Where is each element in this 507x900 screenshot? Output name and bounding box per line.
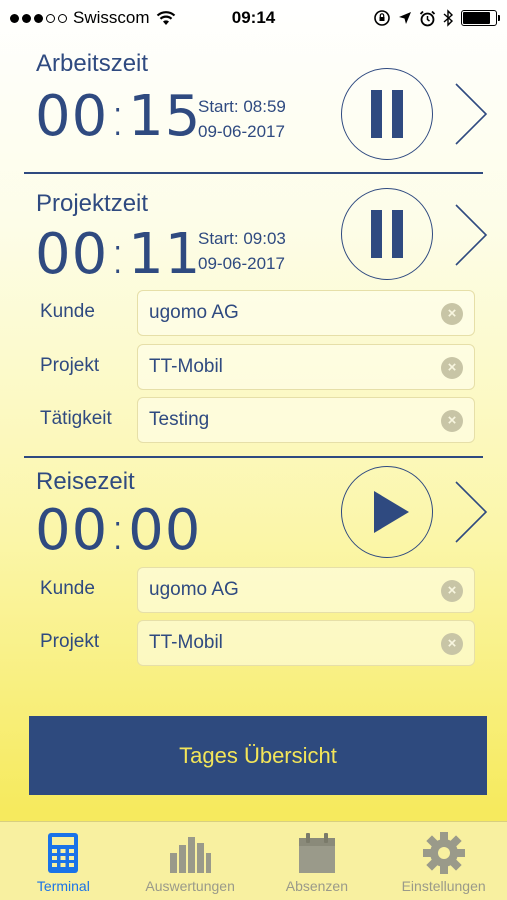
- projektzeit-title: Projektzeit: [36, 190, 149, 217]
- field-value: TT-Mobil: [149, 632, 223, 653]
- clear-icon[interactable]: ×: [441, 580, 463, 602]
- pause-icon: [371, 210, 403, 258]
- field-label: Kunde: [40, 578, 95, 599]
- projektzeit-projekt-field[interactable]: TT-Mobil ×: [137, 344, 475, 390]
- calendar-icon: [298, 833, 335, 873]
- tab-label: Einstellungen: [401, 878, 486, 894]
- tab-label: Absenzen: [285, 878, 349, 894]
- section-divider: [24, 456, 483, 458]
- clear-icon[interactable]: ×: [441, 410, 463, 432]
- tab-einstellungen[interactable]: Einstellungen: [380, 822, 507, 900]
- arbeitszeit-start-date: 09-06-2017: [198, 122, 285, 141]
- field-value: ugomo AG: [149, 579, 239, 600]
- projektzeit-start-time: Start: 09:03: [198, 229, 286, 248]
- arbeitszeit-timer: 00:15: [35, 84, 202, 149]
- clear-icon[interactable]: ×: [441, 303, 463, 325]
- projektzeit-start-info: Start: 09:03 09-06-2017: [198, 226, 286, 276]
- tab-bar: Terminal Auswertungen Absenzen Einstellu…: [0, 821, 507, 900]
- projektzeit-pause-button[interactable]: [341, 188, 433, 280]
- projektzeit-timer: 00:11: [35, 222, 202, 287]
- reisezeit-play-button[interactable]: [341, 466, 433, 558]
- reisezeit-projekt-field[interactable]: TT-Mobil ×: [137, 620, 475, 666]
- tab-label: Terminal: [36, 878, 90, 894]
- field-label: Projekt: [40, 355, 100, 376]
- clear-icon[interactable]: ×: [441, 357, 463, 379]
- projektzeit-start-date: 09-06-2017: [198, 254, 285, 273]
- arbeitszeit-chevron-right-icon[interactable]: [453, 82, 489, 146]
- arbeitszeit-title: Arbeitszeit: [36, 50, 149, 77]
- tages-uebersicht-button[interactable]: Tages Übersicht: [29, 716, 487, 795]
- tab-terminal[interactable]: Terminal: [0, 822, 127, 900]
- field-value: ugomo AG: [149, 302, 239, 323]
- field-label: Projekt: [40, 631, 100, 652]
- section-divider: [24, 172, 483, 174]
- pause-icon: [371, 90, 403, 138]
- arbeitszeit-pause-button[interactable]: [341, 68, 433, 160]
- calculator-icon: [48, 833, 79, 873]
- projektzeit-taetigkeit-field[interactable]: Testing ×: [137, 397, 475, 443]
- arbeitszeit-start-time: Start: 08:59: [198, 97, 286, 116]
- field-value: Testing: [149, 409, 210, 430]
- projektzeit-kunde-row: Kunde ugomo AG ×: [0, 290, 507, 336]
- projektzeit-section: Projektzeit 00:11 Start: 09:03 09-06-201…: [0, 176, 507, 456]
- arbeitszeit-section: Arbeitszeit 00:15 Start: 08:59 09-06-201…: [0, 0, 507, 175]
- reisezeit-projekt-row: Projekt TT-Mobil ×: [0, 620, 507, 666]
- projektzeit-kunde-field[interactable]: ugomo AG ×: [137, 290, 475, 336]
- bar-chart-icon: [170, 837, 212, 873]
- arbeitszeit-start-info: Start: 08:59 09-06-2017: [198, 94, 286, 144]
- play-icon: [373, 491, 409, 533]
- gear-icon: [422, 832, 465, 874]
- projektzeit-taetigkeit-row: Tätigkeit Testing ×: [0, 397, 507, 443]
- projektzeit-chevron-right-icon[interactable]: [453, 203, 489, 267]
- tab-label: Auswertungen: [145, 878, 235, 894]
- reisezeit-timer: 00:00: [35, 498, 202, 563]
- field-value: TT-Mobil: [149, 356, 223, 377]
- reisezeit-kunde-row: Kunde ugomo AG ×: [0, 567, 507, 613]
- field-label: Tätigkeit: [40, 408, 112, 429]
- reisezeit-section: Reisezeit 00:00 Kunde ugomo AG × Projekt…: [0, 460, 507, 680]
- clear-icon[interactable]: ×: [441, 633, 463, 655]
- tab-absenzen[interactable]: Absenzen: [254, 822, 381, 900]
- field-label: Kunde: [40, 301, 95, 322]
- projektzeit-projekt-row: Projekt TT-Mobil ×: [0, 344, 507, 390]
- reisezeit-kunde-field[interactable]: ugomo AG ×: [137, 567, 475, 613]
- reisezeit-title: Reisezeit: [36, 468, 135, 495]
- tab-auswertungen[interactable]: Auswertungen: [127, 822, 254, 900]
- reisezeit-chevron-right-icon[interactable]: [453, 480, 489, 544]
